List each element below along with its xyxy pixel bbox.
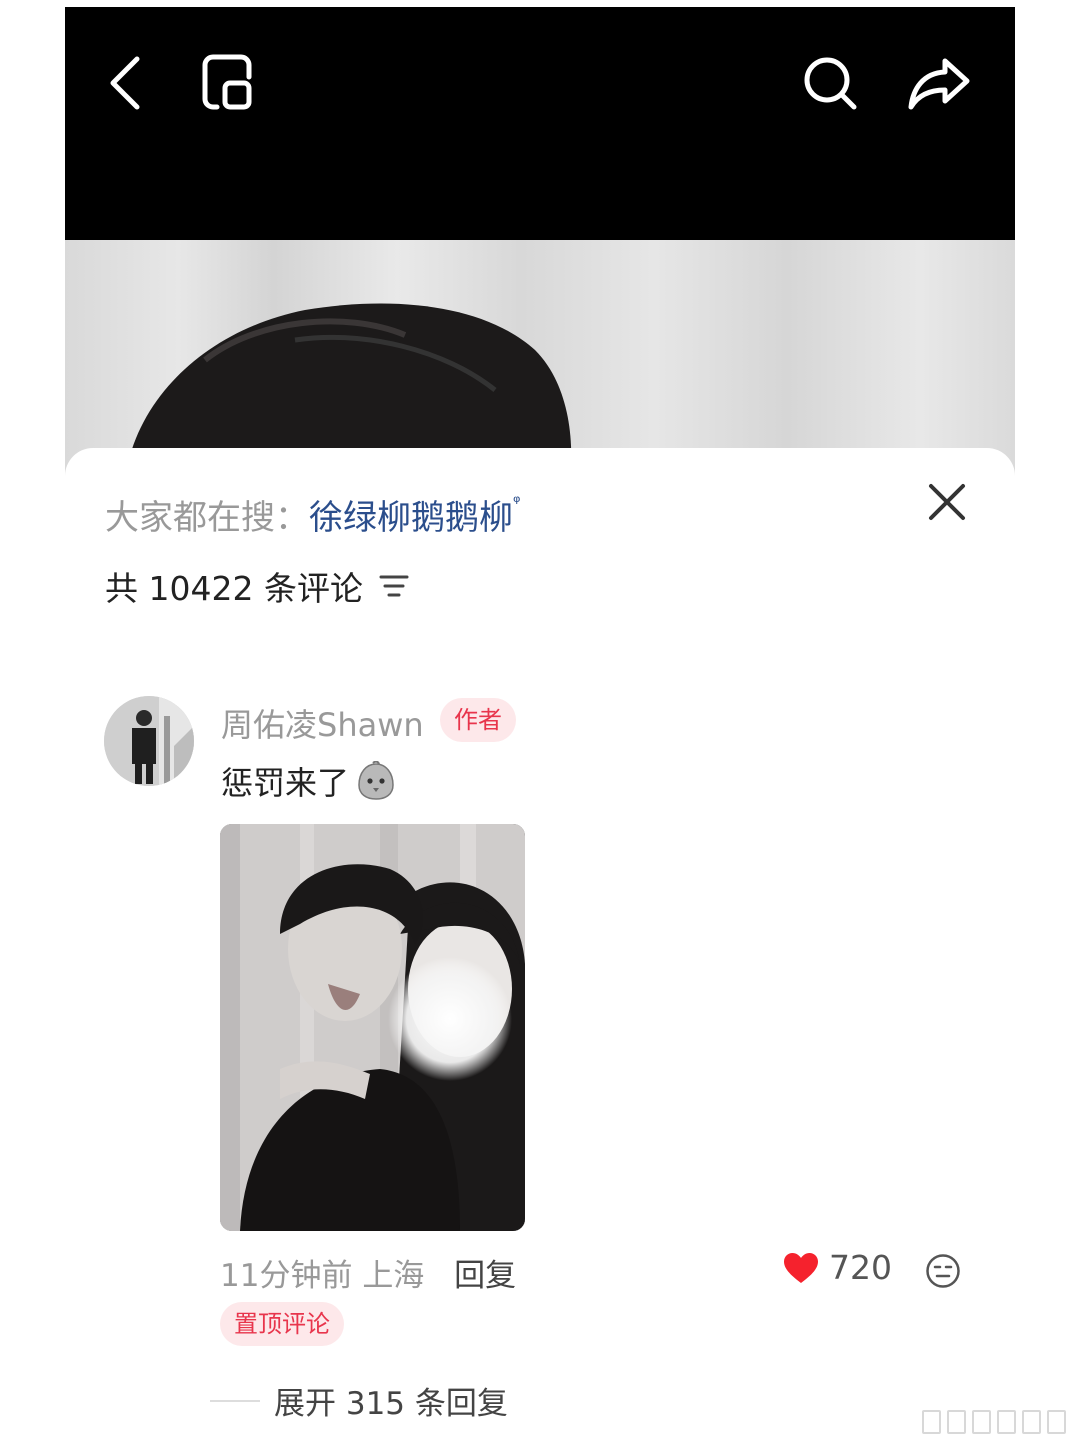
close-icon[interactable] bbox=[927, 482, 967, 522]
like-count: 720 bbox=[829, 1248, 892, 1287]
avatar[interactable] bbox=[104, 696, 194, 786]
expand-replies[interactable]: 展开 315 条回复 bbox=[210, 1378, 508, 1423]
comment-count: 共 10422 条评论 bbox=[105, 562, 409, 610]
reply-button[interactable]: 回复 bbox=[454, 1258, 516, 1294]
sort-icon[interactable] bbox=[379, 573, 409, 599]
search-icon[interactable] bbox=[802, 55, 858, 111]
back-icon[interactable] bbox=[105, 55, 145, 111]
comments-sheet: 大家都在搜：徐绿柳鹅鹅柳ᵠ 共 10422 条评论 周佑凌Shawn 作者 惩罚… bbox=[65, 448, 1015, 1452]
comment-username[interactable]: 周佑凌Shawn bbox=[221, 700, 424, 746]
top-nav-bar bbox=[65, 7, 1015, 240]
app-frame: 大家都在搜：徐绿柳鹅鹅柳ᵠ 共 10422 条评论 周佑凌Shawn 作者 惩罚… bbox=[65, 7, 1015, 1452]
author-badge: 作者 bbox=[440, 698, 516, 742]
heart-icon bbox=[784, 1252, 818, 1283]
comment-photo[interactable] bbox=[220, 824, 525, 1231]
trending-search[interactable]: 大家都在搜：徐绿柳鹅鹅柳ᵠ bbox=[105, 490, 520, 539]
comment-count-text: 共 10422 条评论 bbox=[105, 569, 363, 608]
emoji-react-icon[interactable] bbox=[925, 1253, 961, 1289]
mini-window-icon[interactable] bbox=[201, 53, 253, 111]
post-photo bbox=[65, 240, 1015, 480]
expand-replies-label[interactable]: 展开 315 条回复 bbox=[274, 1378, 508, 1423]
watermark-icon bbox=[922, 1410, 1066, 1434]
comment-time: 11分钟前 bbox=[220, 1258, 353, 1294]
share-icon[interactable] bbox=[907, 55, 971, 111]
comment-body: 惩罚来了 bbox=[221, 758, 397, 804]
trending-search-prefix: 大家都在搜： bbox=[105, 498, 309, 538]
chick-emoji-icon bbox=[358, 761, 394, 800]
pinned-comment-badge: 置顶评论 bbox=[220, 1302, 344, 1346]
like-button[interactable]: 720 bbox=[783, 1248, 892, 1287]
post-photo-hair bbox=[125, 303, 572, 480]
comment-text: 惩罚来了 bbox=[221, 764, 350, 802]
expand-divider bbox=[210, 1399, 260, 1402]
trending-search-mark: ᵠ bbox=[513, 492, 521, 513]
comment-meta: 11分钟前 上海 回复 bbox=[220, 1250, 516, 1295]
trending-search-term[interactable]: 徐绿柳鹅鹅柳 bbox=[309, 498, 513, 538]
comment-location: 上海 bbox=[362, 1258, 425, 1294]
